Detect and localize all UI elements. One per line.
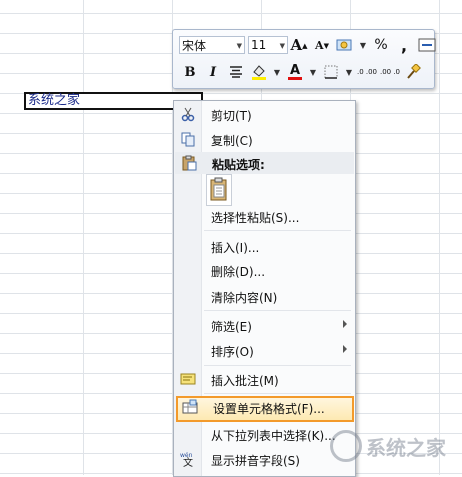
menu-item-label: 设置单元格格式(F)... (213, 402, 325, 416)
shrink-font-button[interactable]: A ▼ (311, 35, 333, 55)
increase-decimal-button[interactable]: .0 .00 (356, 62, 378, 82)
menu-item-insert[interactable]: 插入(I)... (174, 235, 355, 257)
increase-decimal-label: .0 .00 (356, 68, 378, 76)
font-name-value: 宋体 (182, 38, 207, 53)
chevron-down-icon[interactable]: ▼ (271, 62, 283, 82)
chevron-down-icon[interactable]: ▼ (343, 62, 355, 82)
menu-item-clear-contents[interactable]: 清除内容(N) (174, 285, 355, 307)
paint-bucket-icon (252, 65, 266, 80)
menu-item-format-cells[interactable]: 设置单元格格式(F)... (176, 396, 354, 422)
chevron-down-icon[interactable]: ▼ (307, 62, 319, 82)
menu-header-paste-options: 粘贴选项: (175, 152, 354, 174)
paste-option-button[interactable] (206, 174, 232, 206)
font-name-combo[interactable]: 宋体 ▼ (179, 36, 245, 54)
watermark-text: 系统之家 (366, 435, 446, 460)
menu-item-label: 清除内容(N) (211, 291, 278, 305)
shrink-font-label: A (315, 38, 324, 52)
menu-item-label: 插入(I)... (211, 241, 260, 255)
menu-item-label: 排序(O) (211, 345, 254, 359)
center-align-button[interactable] (225, 62, 247, 82)
clipboard-icon (182, 155, 197, 171)
chevron-down-icon[interactable]: ▼ (357, 35, 369, 55)
menu-item-label: 剪切(T) (211, 109, 252, 123)
decrease-decimal-label: .00 .0 (379, 68, 401, 76)
menu-item-label: 显示拼音字段(S) (211, 454, 300, 468)
font-color-button[interactable]: A (284, 62, 306, 82)
decrease-decimal-button[interactable]: .00 .0 (379, 62, 401, 82)
menu-separator (204, 365, 351, 366)
menu-separator (204, 393, 351, 394)
menu-item-label: 删除(D)... (211, 265, 266, 279)
paintbrush-icon (407, 64, 421, 79)
watermark: 系统之家 (330, 424, 462, 468)
grow-font-button[interactable]: A ▲ (288, 35, 310, 55)
accounting-format-button[interactable] (334, 35, 356, 55)
comma-label: , (400, 35, 408, 55)
menu-separator (204, 310, 351, 311)
menu-item-paste-special[interactable]: 选择性粘贴(S)... (174, 205, 355, 227)
font-color-swatch (288, 76, 302, 80)
chevron-down-icon: ▼ (236, 42, 242, 50)
italic-label: I (209, 64, 217, 80)
svg-text:文: 文 (183, 456, 193, 467)
comment-icon (180, 373, 196, 385)
align-center-icon (230, 66, 242, 78)
menu-item-sort[interactable]: 排序(O) (174, 339, 355, 361)
menu-item-delete[interactable]: 删除(D)... (174, 259, 355, 281)
font-size-combo[interactable]: 11 ▼ (248, 36, 288, 54)
bold-label: B (184, 64, 196, 80)
bold-button[interactable]: B (179, 62, 201, 82)
merge-center-button[interactable] (416, 35, 438, 55)
grow-font-label: A (290, 36, 303, 54)
menu-item-label: 复制(C) (211, 134, 253, 148)
menu-item-label: 从下拉列表中选择(K)... (211, 429, 336, 443)
phonetic-icon: wén 文 (180, 452, 193, 467)
menu-item-cut[interactable]: 剪切(T) (174, 103, 355, 125)
mini-toolbar: 宋体 ▼ 11 ▼ A ▲ A ▼ ▼ % , B I ▼ A ▼ ▼ .0 .… (172, 29, 438, 89)
format-cells-icon (182, 399, 198, 414)
menu-item-copy[interactable]: 复制(C) (174, 128, 355, 150)
font-color-label: A (289, 62, 301, 78)
percent-label: % (374, 37, 388, 53)
copy-icon (181, 132, 195, 147)
menu-separator (204, 230, 351, 231)
menu-item-label: 插入批注(M) (211, 374, 279, 388)
submenu-arrow-icon (343, 345, 347, 353)
percent-button[interactable]: % (370, 35, 392, 55)
italic-button[interactable]: I (202, 62, 224, 82)
cell-value: 系统之家 (28, 93, 81, 108)
merge-cells-icon (418, 38, 436, 52)
scissors-icon (181, 107, 195, 122)
menu-item-pick-from-list[interactable]: 从下拉列表中选择(K)... (174, 423, 355, 445)
borders-button[interactable] (320, 62, 342, 82)
menu-item-phonetic-field[interactable]: wén 文 显示拼音字段(S) (174, 448, 355, 470)
menu-item-filter[interactable]: 筛选(E) (174, 314, 355, 336)
context-menu: 剪切(T) 复制(C) 粘贴选项: 选择性粘贴(S)... 插入(I)... 删… (173, 100, 356, 477)
comma-button[interactable]: , (393, 35, 415, 55)
currency-icon (336, 39, 352, 51)
watermark-logo-icon (330, 430, 362, 462)
menu-item-label: 筛选(E) (211, 320, 252, 334)
format-painter-button[interactable] (402, 62, 424, 82)
fill-color-button[interactable] (248, 62, 270, 82)
menu-item-label: 选择性粘贴(S)... (211, 211, 300, 225)
paste-icon (210, 177, 227, 201)
border-icon (324, 65, 338, 79)
submenu-arrow-icon (343, 320, 347, 328)
font-size-value: 11 (251, 38, 267, 52)
menu-item-insert-comment[interactable]: 插入批注(M) (174, 368, 355, 390)
chevron-down-icon: ▼ (279, 42, 285, 50)
menu-header-label: 粘贴选项: (212, 158, 265, 172)
